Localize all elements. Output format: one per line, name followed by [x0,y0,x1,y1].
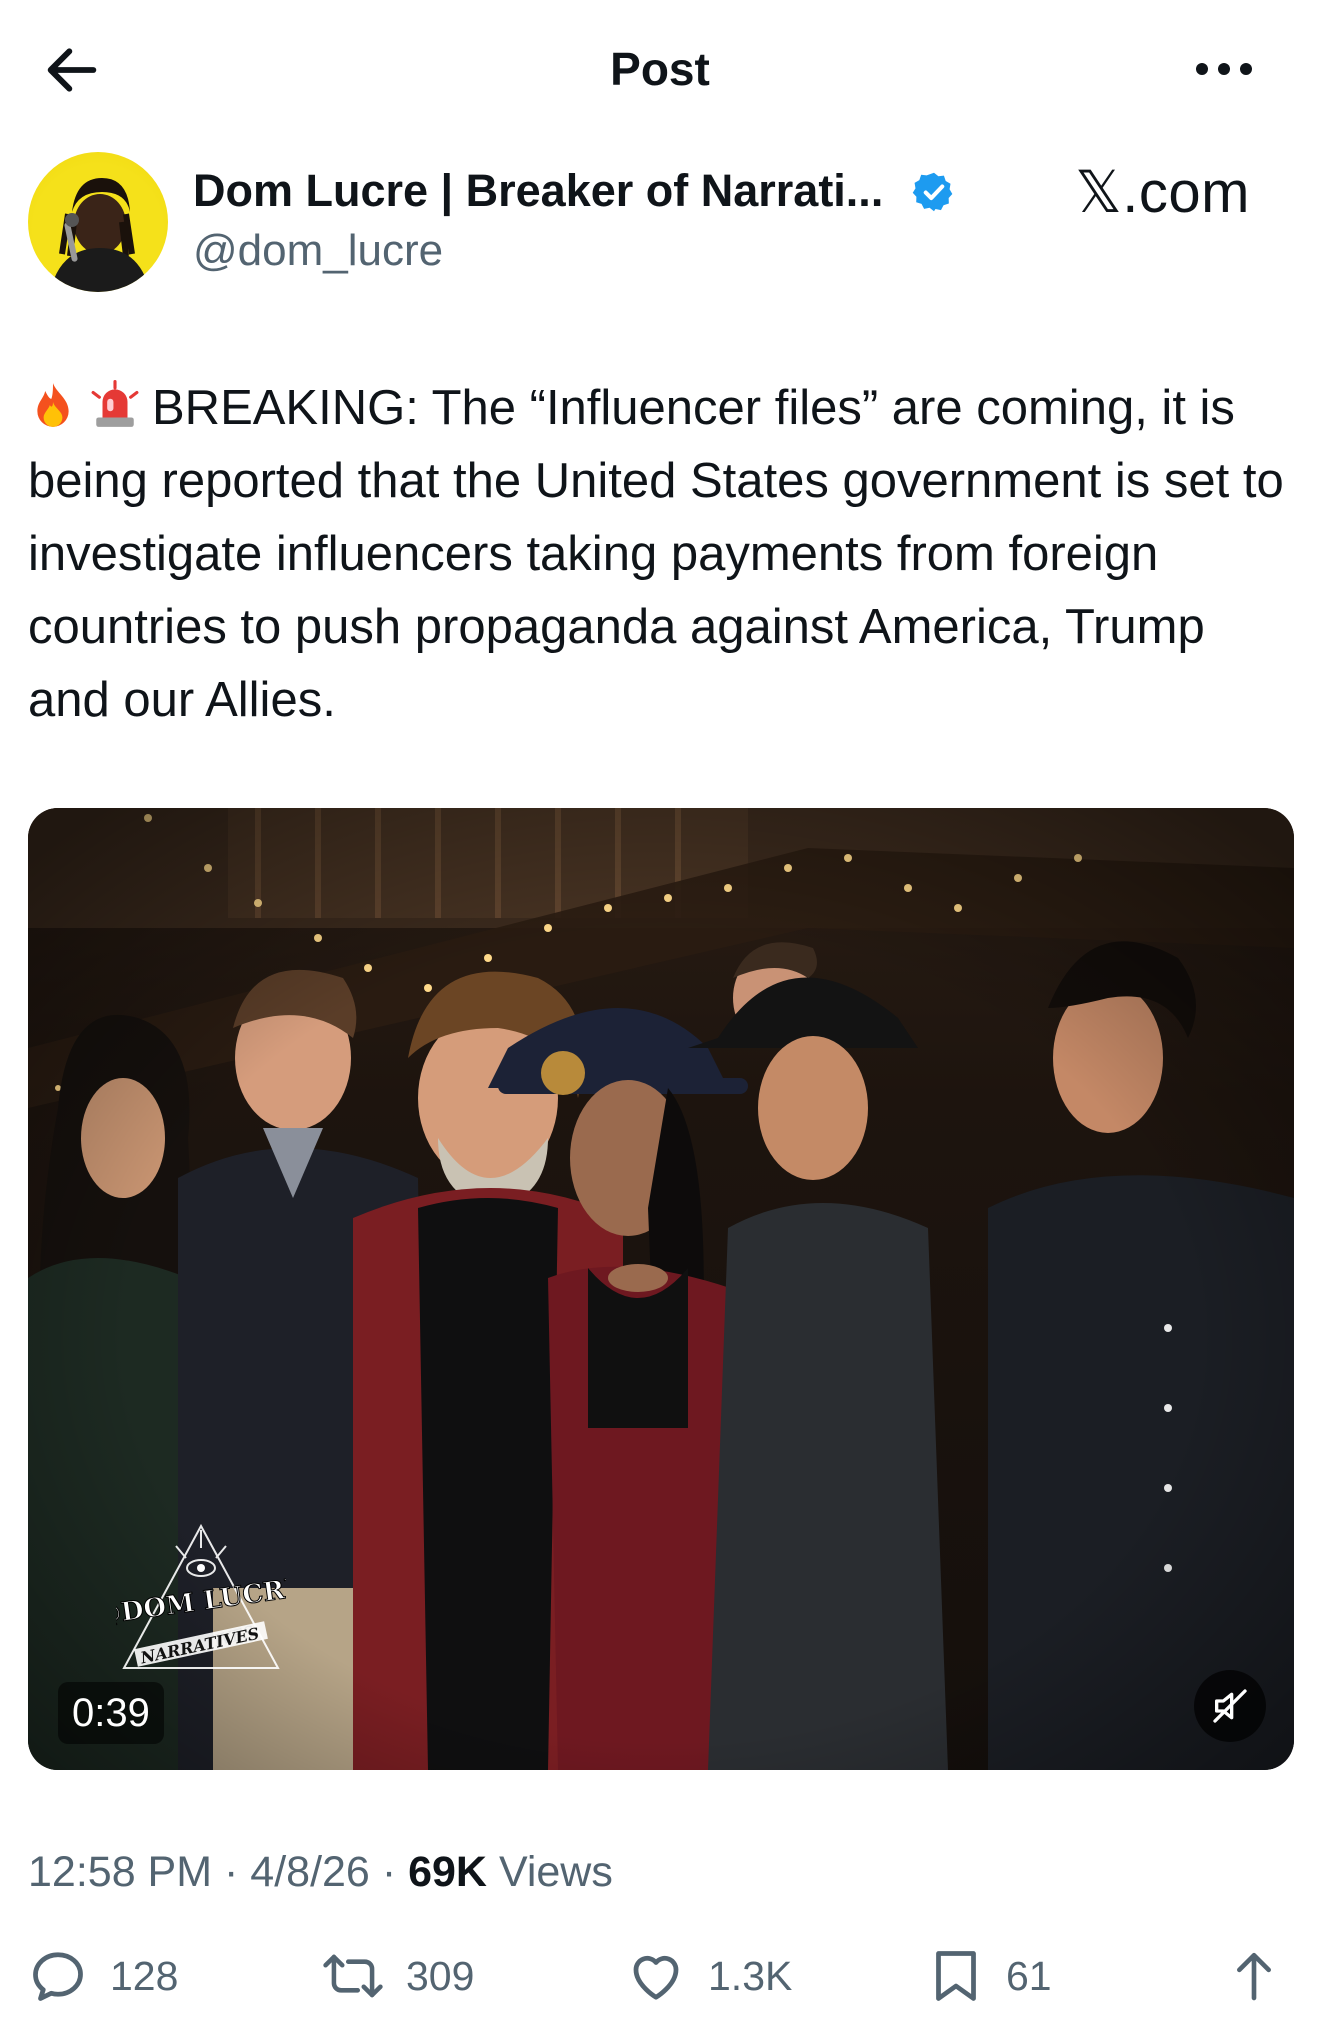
post-text: BREAKING: The “Influencer files” are com… [28,372,1290,737]
views-count: 69K [408,1848,487,1896]
dom-lucre-narratives-logo: @DOM LUCRE NARRATIVES NARRATIVES [93,1518,307,1688]
share-icon [1232,1946,1276,2006]
fire-emoji-icon [28,378,78,428]
repost-button[interactable]: 309 [322,1944,474,2008]
unmute-button[interactable] [1194,1670,1266,1742]
heart-icon [626,1946,686,2006]
reply-icon [28,1946,88,2006]
repost-icon [322,1946,384,2006]
muted-speaker-icon [1213,1689,1247,1723]
police-light-emoji-icon [90,378,140,428]
views-label: Views [498,1848,613,1896]
post-date: 4/8/26 [250,1848,370,1896]
more-options-button[interactable] [1184,38,1264,100]
bookmark-button[interactable]: 61 [928,1944,1052,2008]
post-meta: 12:58 PM · 4/8/26 · 69K Views [28,1844,613,1900]
author-display-name[interactable]: Dom Lucre | Breaker of Narrati... [193,163,883,219]
video-duration: 0:39 [58,1682,164,1744]
meta-separator: · [381,1848,397,1896]
author-handle[interactable]: @dom_lucre [193,223,443,279]
reply-button[interactable]: 128 [28,1944,178,2008]
like-count: 1.3K [708,1952,793,1999]
bookmark-count: 61 [1006,1952,1052,1999]
bookmark-icon [928,1946,984,2006]
reply-count: 128 [110,1952,179,1999]
verified-badge-icon [912,170,956,214]
post-body-text: BREAKING: The “Influencer files” are com… [28,381,1284,727]
source-watermark: 𝕏.com [1075,160,1250,225]
meta-separator: · [224,1848,239,1896]
page-title: Post [610,43,710,95]
avatar[interactable] [28,152,168,292]
share-button[interactable] [1232,1944,1298,2008]
like-button[interactable]: 1.3K [626,1944,792,2008]
more-horizontal-icon [1196,63,1252,75]
avatar-image [50,178,150,292]
post-time: 12:58 PM [28,1848,213,1896]
repost-count: 309 [406,1952,475,1999]
svg-text:NARRATIVES: NARRATIVES [138,1624,261,1668]
video-player[interactable]: @DOM LUCRE NARRATIVES NARRATIVES 0:39 [28,808,1294,1770]
